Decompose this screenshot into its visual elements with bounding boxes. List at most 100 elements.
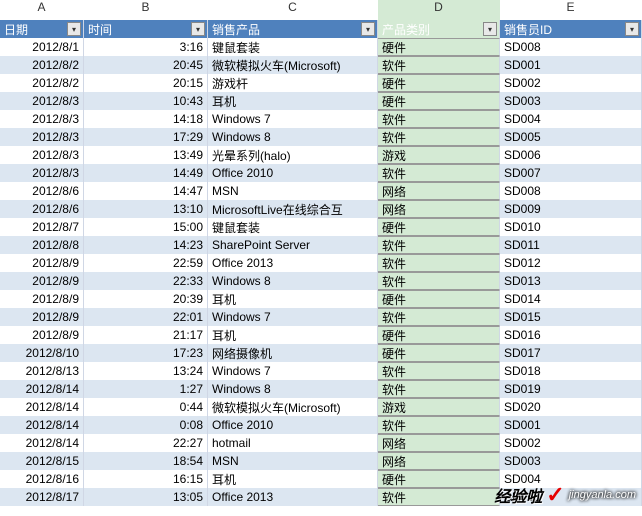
cell-salesid[interactable]: SD009	[500, 200, 642, 218]
col-letter-E[interactable]: E	[500, 0, 642, 20]
cell-time[interactable]: 22:59	[84, 254, 208, 272]
cell-date[interactable]: 2012/8/9	[0, 254, 84, 272]
cell-salesid[interactable]: SD001	[500, 56, 642, 74]
cell-salesid[interactable]: SD002	[500, 74, 642, 92]
cell-category[interactable]: 游戏	[378, 398, 500, 416]
cell-time[interactable]: 14:47	[84, 182, 208, 200]
cell-product[interactable]: MSN	[208, 182, 378, 200]
cell-salesid[interactable]: SD015	[500, 308, 642, 326]
cell-category[interactable]: 硬件	[378, 38, 500, 56]
cell-date[interactable]: 2012/8/9	[0, 272, 84, 290]
cell-time[interactable]: 20:15	[84, 74, 208, 92]
cell-product[interactable]: 游戏杆	[208, 74, 378, 92]
cell-category[interactable]: 游戏	[378, 146, 500, 164]
cell-category[interactable]: 软件	[378, 110, 500, 128]
cell-product[interactable]: Windows 8	[208, 272, 378, 290]
cell-time[interactable]: 18:54	[84, 452, 208, 470]
cell-time[interactable]: 10:43	[84, 92, 208, 110]
cell-category[interactable]: 硬件	[378, 218, 500, 236]
cell-product[interactable]: Windows 7	[208, 110, 378, 128]
cell-date[interactable]: 2012/8/14	[0, 380, 84, 398]
cell-date[interactable]: 2012/8/13	[0, 362, 84, 380]
cell-salesid[interactable]: SD017	[500, 344, 642, 362]
cell-date[interactable]: 2012/8/9	[0, 290, 84, 308]
cell-product[interactable]: Windows 8	[208, 128, 378, 146]
cell-time[interactable]: 13:10	[84, 200, 208, 218]
cell-category[interactable]: 软件	[378, 308, 500, 326]
cell-product[interactable]: Windows 7	[208, 308, 378, 326]
cell-salesid[interactable]: SD005	[500, 128, 642, 146]
chevron-down-icon[interactable]: ▾	[67, 22, 81, 36]
col-letter-D[interactable]: D	[378, 0, 500, 20]
cell-category[interactable]: 硬件	[378, 470, 500, 488]
cell-category[interactable]: 软件	[378, 128, 500, 146]
cell-date[interactable]: 2012/8/15	[0, 452, 84, 470]
cell-product[interactable]: 光晕系列(halo)	[208, 146, 378, 164]
cell-time[interactable]: 16:15	[84, 470, 208, 488]
cell-salesid[interactable]: SD006	[500, 146, 642, 164]
cell-product[interactable]: 键鼠套装	[208, 218, 378, 236]
header-time[interactable]: 时间 ▾	[84, 20, 208, 38]
cell-date[interactable]: 2012/8/2	[0, 74, 84, 92]
cell-date[interactable]: 2012/8/3	[0, 164, 84, 182]
cell-time[interactable]: 14:18	[84, 110, 208, 128]
cell-category[interactable]: 软件	[378, 362, 500, 380]
cell-date[interactable]: 2012/8/3	[0, 128, 84, 146]
cell-category[interactable]: 软件	[378, 272, 500, 290]
cell-salesid[interactable]: SD016	[500, 326, 642, 344]
cell-date[interactable]: 2012/8/10	[0, 344, 84, 362]
cell-time[interactable]: 13:24	[84, 362, 208, 380]
cell-product[interactable]: 耳机	[208, 92, 378, 110]
cell-salesid[interactable]: SD002	[500, 434, 642, 452]
cell-salesid[interactable]: SD003	[500, 92, 642, 110]
cell-category[interactable]: 网络	[378, 182, 500, 200]
cell-category[interactable]: 软件	[378, 236, 500, 254]
cell-date[interactable]: 2012/8/9	[0, 308, 84, 326]
cell-date[interactable]: 2012/8/14	[0, 416, 84, 434]
cell-category[interactable]: 软件	[378, 164, 500, 182]
cell-product[interactable]: 耳机	[208, 470, 378, 488]
cell-salesid[interactable]: SD011	[500, 236, 642, 254]
cell-date[interactable]: 2012/8/17	[0, 488, 84, 506]
cell-time[interactable]: 22:27	[84, 434, 208, 452]
cell-time[interactable]: 20:45	[84, 56, 208, 74]
cell-date[interactable]: 2012/8/3	[0, 146, 84, 164]
cell-date[interactable]: 2012/8/14	[0, 434, 84, 452]
col-letter-A[interactable]: A	[0, 0, 84, 20]
header-category[interactable]: 产品类别 ▾	[378, 20, 500, 38]
cell-category[interactable]: 硬件	[378, 344, 500, 362]
cell-product[interactable]: 微软模拟火车(Microsoft)	[208, 56, 378, 74]
cell-product[interactable]: MSN	[208, 452, 378, 470]
cell-product[interactable]: hotmail	[208, 434, 378, 452]
cell-date[interactable]: 2012/8/6	[0, 200, 84, 218]
cell-salesid[interactable]: SD001	[500, 416, 642, 434]
chevron-down-icon[interactable]: ▾	[625, 22, 639, 36]
cell-product[interactable]: Office 2013	[208, 254, 378, 272]
cell-date[interactable]: 2012/8/1	[0, 38, 84, 56]
cell-date[interactable]: 2012/8/9	[0, 326, 84, 344]
header-salesid[interactable]: 销售员ID ▾	[500, 20, 642, 38]
cell-time[interactable]: 22:01	[84, 308, 208, 326]
col-letter-B[interactable]: B	[84, 0, 208, 20]
cell-salesid[interactable]: SD004	[500, 110, 642, 128]
cell-product[interactable]: Windows 8	[208, 380, 378, 398]
cell-date[interactable]: 2012/8/14	[0, 398, 84, 416]
cell-time[interactable]: 0:08	[84, 416, 208, 434]
cell-category[interactable]: 硬件	[378, 326, 500, 344]
chevron-down-icon[interactable]: ▾	[191, 22, 205, 36]
cell-salesid[interactable]: SD003	[500, 452, 642, 470]
cell-salesid[interactable]: SD008	[500, 182, 642, 200]
cell-time[interactable]: 22:33	[84, 272, 208, 290]
chevron-down-icon[interactable]: ▾	[483, 22, 497, 36]
cell-time[interactable]: 1:27	[84, 380, 208, 398]
cell-date[interactable]: 2012/8/6	[0, 182, 84, 200]
cell-category[interactable]: 网络	[378, 434, 500, 452]
cell-category[interactable]: 硬件	[378, 74, 500, 92]
cell-category[interactable]: 软件	[378, 56, 500, 74]
cell-date[interactable]: 2012/8/16	[0, 470, 84, 488]
cell-time[interactable]: 0:44	[84, 398, 208, 416]
cell-product[interactable]: Office 2010	[208, 416, 378, 434]
cell-date[interactable]: 2012/8/3	[0, 92, 84, 110]
cell-time[interactable]: 15:00	[84, 218, 208, 236]
cell-product[interactable]: 耳机	[208, 290, 378, 308]
